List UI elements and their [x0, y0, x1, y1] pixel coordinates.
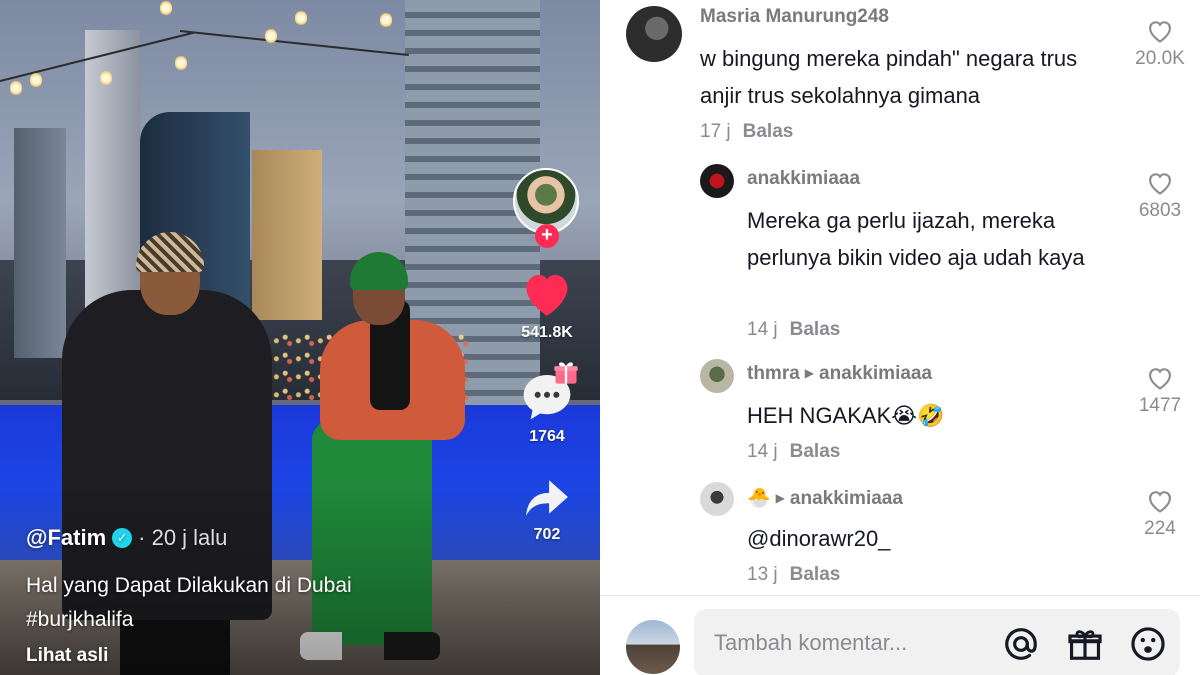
- comment-input-bar: [600, 595, 1200, 675]
- avatar[interactable]: [700, 482, 734, 516]
- heart-outline-icon[interactable]: [1146, 170, 1174, 196]
- comment-meta: 14 j Balas: [747, 319, 840, 341]
- comment-item: Masria Manurung248 w bingung mereka pind…: [600, 0, 1200, 150]
- light-bulb: [295, 10, 307, 26]
- description-text: Hal yang Dapat Dilakukan di Dubai: [26, 574, 352, 597]
- comment-time: 13 j: [747, 564, 778, 585]
- my-avatar: [626, 620, 680, 674]
- light-bulb: [160, 0, 172, 16]
- verified-icon: ✓: [112, 528, 133, 548]
- see-original-link[interactable]: Lihat asli: [26, 645, 496, 667]
- emoji-icon[interactable]: [1129, 625, 1167, 663]
- creator-avatar[interactable]: +: [513, 168, 579, 248]
- action-column: + 541.8K 1764 702: [510, 168, 584, 544]
- video-caption: @Fatim ✓ · 20 j lalu Hal yang Dapat Dila…: [26, 525, 496, 667]
- gift-icon: [554, 362, 578, 384]
- comment-like-button[interactable]: 20.0K: [1125, 18, 1195, 70]
- comment-like-button[interactable]: 6803: [1125, 170, 1195, 222]
- comment-input-box[interactable]: [694, 609, 1180, 675]
- light-bulb: [380, 12, 392, 28]
- comment-username-row: thmra ▶ anakkimiaaa: [747, 363, 932, 385]
- share-button[interactable]: 702: [510, 474, 584, 544]
- light-bulb: [100, 70, 112, 86]
- comment-time: 14 j: [747, 319, 778, 340]
- reply-button[interactable]: Balas: [790, 564, 841, 585]
- comment-input[interactable]: [714, 627, 984, 659]
- author-row: @Fatim ✓ · 20 j lalu: [26, 525, 496, 551]
- comment-reply-item: anakkimiaaa Mereka ga perlu ijazah, mere…: [600, 160, 1200, 350]
- comment-meta: 13 j Balas: [747, 564, 840, 586]
- string-lights-wire: [179, 30, 409, 57]
- share-count: 702: [533, 526, 561, 543]
- author-handle[interactable]: @Fatim: [26, 525, 106, 551]
- comment-text: w bingung mereka pindah" negara trus anj…: [700, 46, 1078, 108]
- light-bulb: [175, 55, 187, 71]
- comment-meta: 17 j Balas: [700, 121, 793, 143]
- video-description: Hal yang Dapat Dilakukan di Dubai #burjk…: [26, 569, 496, 637]
- avatar[interactable]: [700, 359, 734, 393]
- comment-like-count: 6803: [1138, 200, 1182, 221]
- comment-time: 17 j: [700, 121, 731, 142]
- comment-reply-item: 🐣 ▶ anakkimiaaa @dinorawr20_ 13 j Balas 224: [600, 478, 1200, 595]
- comment-username[interactable]: Masria Manurung248: [700, 6, 889, 28]
- like-count: 541.8K: [521, 324, 573, 341]
- comment-text: @dinorawr20_: [747, 526, 891, 551]
- light-bulb: [10, 80, 22, 96]
- comments-panel[interactable]: Masria Manurung248 w bingung mereka pind…: [600, 0, 1200, 595]
- share-icon[interactable]: [521, 474, 573, 520]
- comment-like-count: 20.0K: [1135, 48, 1185, 69]
- comment-count: 1764: [529, 428, 565, 445]
- comment-like-button[interactable]: 1477: [1125, 365, 1195, 417]
- comment-button[interactable]: 1764: [510, 362, 584, 446]
- reply-button[interactable]: Balas: [790, 319, 841, 340]
- mention-icon[interactable]: [1002, 625, 1040, 663]
- hashtag-link[interactable]: #burjkhalifa: [26, 603, 496, 637]
- comment-reply-item: thmra ▶ anakkimiaaa HEH NGAKAK😭🤣 14 j Balas…: [600, 355, 1200, 470]
- reply-arrow-icon: ▶: [775, 491, 785, 505]
- comment-time: 14 j: [747, 441, 778, 462]
- comment-username[interactable]: 🐣: [747, 488, 771, 509]
- comment-username[interactable]: thmra: [747, 363, 800, 384]
- comment-like-count: 224: [1144, 518, 1176, 539]
- reply-button[interactable]: Balas: [743, 121, 794, 142]
- heart-outline-icon[interactable]: [1146, 18, 1174, 44]
- posted-time: · 20 j lalu: [138, 525, 228, 550]
- reply-to-username[interactable]: anakkimiaaa: [790, 488, 903, 509]
- follow-button[interactable]: +: [535, 224, 559, 248]
- comment-username[interactable]: anakkimiaaa: [747, 168, 860, 190]
- building: [14, 128, 66, 358]
- avatar[interactable]: [700, 164, 734, 198]
- reply-to-username[interactable]: anakkimiaaa: [819, 363, 932, 384]
- hat: [350, 252, 408, 290]
- comment-like-button[interactable]: 224: [1125, 488, 1195, 540]
- building: [252, 150, 322, 320]
- reply-button[interactable]: Balas: [790, 441, 841, 462]
- heart-icon[interactable]: [519, 268, 575, 318]
- comment-like-count: 1477: [1138, 395, 1182, 416]
- like-button[interactable]: 541.8K: [510, 268, 584, 342]
- comment-text: HEH NGAKAK😭🤣: [747, 403, 945, 428]
- heart-outline-icon[interactable]: [1146, 365, 1174, 391]
- reply-arrow-icon: ▶: [804, 366, 815, 380]
- light-bulb: [265, 28, 277, 44]
- avatar[interactable]: [626, 6, 682, 62]
- video-player[interactable]: + 541.8K 1764 702 @Fatim ✓ · 20 j lalu H…: [0, 0, 600, 675]
- comment-text: Mereka ga perlu ijazah, mereka perlunya …: [747, 208, 1085, 270]
- heart-outline-icon[interactable]: [1146, 488, 1174, 514]
- comment-meta: 14 j Balas: [747, 441, 840, 463]
- gift-icon[interactable]: [1066, 625, 1104, 663]
- comment-username-row: 🐣 ▶ anakkimiaaa: [747, 486, 903, 510]
- light-bulb: [30, 72, 42, 88]
